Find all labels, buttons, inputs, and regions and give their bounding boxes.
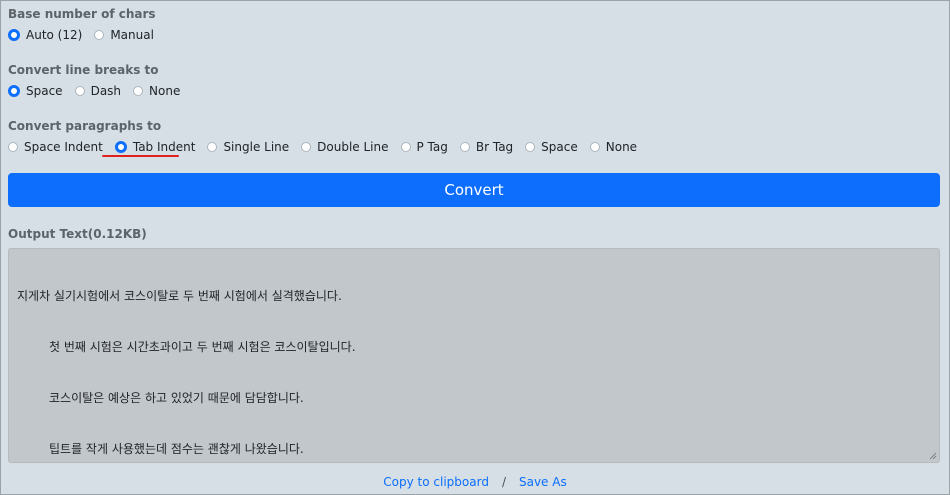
- radio-para-double-line-label: Double Line: [317, 140, 389, 154]
- paragraphs-options: Space Indent Tab Indent Single Line Doub…: [8, 140, 649, 154]
- line-breaks-options: Space Dash None: [8, 84, 192, 98]
- output-size: (0.12KB): [87, 227, 147, 241]
- output-line: 지게차 실기시험에서 코스이탈로 두 번째 시험에서 실격했습니다.: [17, 289, 342, 303]
- radio-linebreak-none[interactable]: None: [133, 84, 180, 98]
- output-line: 코스이탈은 예상은 하고 있었기 때문에 담담합니다.: [49, 391, 304, 405]
- radio-para-br-tag[interactable]: Br Tag: [459, 140, 514, 154]
- radio-manual[interactable]: Manual: [94, 28, 154, 42]
- base-chars-label: Base number of chars: [8, 7, 156, 21]
- radio-para-double-line[interactable]: Double Line: [301, 140, 389, 154]
- resize-handle-icon[interactable]: [929, 452, 937, 460]
- radio-manual-label: Manual: [110, 28, 154, 42]
- radio-auto-label: Auto (12): [26, 28, 83, 42]
- footer-separator: /: [501, 475, 506, 489]
- radio-linebreak-space[interactable]: Space: [8, 84, 63, 98]
- radio-dot-icon: [8, 142, 18, 152]
- radio-dot-icon: [301, 142, 312, 152]
- copy-to-clipboard-link[interactable]: Copy to clipboard: [383, 475, 489, 489]
- radio-para-single-line[interactable]: Single Line: [207, 140, 289, 154]
- output-label: Output Text(0.12KB): [8, 227, 147, 241]
- line-breaks-label: Convert line breaks to: [8, 63, 159, 77]
- tab-indent-highlight-underline: [102, 155, 179, 157]
- radio-auto[interactable]: Auto (12): [8, 28, 82, 42]
- output-label-text: Output Text: [8, 227, 88, 241]
- radio-para-space-label: Space: [541, 140, 578, 154]
- radio-linebreak-none-label: None: [149, 84, 181, 98]
- footer-links: Copy to clipboard / Save As: [1, 475, 949, 489]
- radio-dot-icon: [94, 30, 105, 40]
- radio-dot-icon: [8, 29, 20, 41]
- convert-button[interactable]: Convert: [8, 173, 940, 207]
- radio-para-single-line-label: Single Line: [223, 140, 290, 154]
- radio-dot-icon: [133, 86, 144, 96]
- radio-para-space[interactable]: Space: [525, 140, 578, 154]
- output-textarea[interactable]: 지게차 실기시험에서 코스이탈로 두 번째 시험에서 실격했습니다. 첫 번째 …: [8, 248, 940, 463]
- radio-para-none[interactable]: None: [589, 140, 638, 154]
- radio-dot-icon: [207, 142, 218, 152]
- paragraphs-label: Convert paragraphs to: [8, 119, 162, 133]
- radio-dot-icon: [459, 142, 470, 152]
- output-line: 첫 번째 시험은 시간초과이고 두 번째 시험은 코스이탈입니다.: [49, 340, 356, 354]
- save-as-link[interactable]: Save As: [519, 475, 567, 489]
- radio-dot-icon: [400, 142, 411, 152]
- radio-linebreak-dash[interactable]: Dash: [74, 84, 122, 98]
- radio-para-p-tag-label: P Tag: [416, 140, 448, 154]
- radio-dot-icon: [114, 141, 127, 153]
- radio-dot-icon: [8, 85, 20, 97]
- output-line: 팁트를 작게 사용했는데 점수는 괜찮게 나왔습니다.: [49, 442, 304, 456]
- radio-para-tab-indent-label: Tab Indent: [132, 140, 196, 154]
- radio-para-p-tag[interactable]: P Tag: [400, 140, 448, 154]
- radio-linebreak-dash-label: Dash: [90, 84, 122, 98]
- radio-para-space-indent-label: Space Indent: [24, 140, 103, 154]
- radio-para-none-label: None: [605, 140, 638, 154]
- base-chars-options: Auto (12) Manual: [8, 28, 166, 42]
- radio-dot-icon: [589, 142, 600, 152]
- radio-para-space-indent[interactable]: Space Indent: [8, 140, 103, 154]
- radio-dot-icon: [74, 86, 85, 96]
- radio-linebreak-space-label: Space: [26, 84, 63, 98]
- radio-dot-icon: [525, 142, 536, 152]
- radio-para-br-tag-label: Br Tag: [475, 140, 514, 154]
- radio-para-tab-indent[interactable]: Tab Indent: [114, 140, 196, 154]
